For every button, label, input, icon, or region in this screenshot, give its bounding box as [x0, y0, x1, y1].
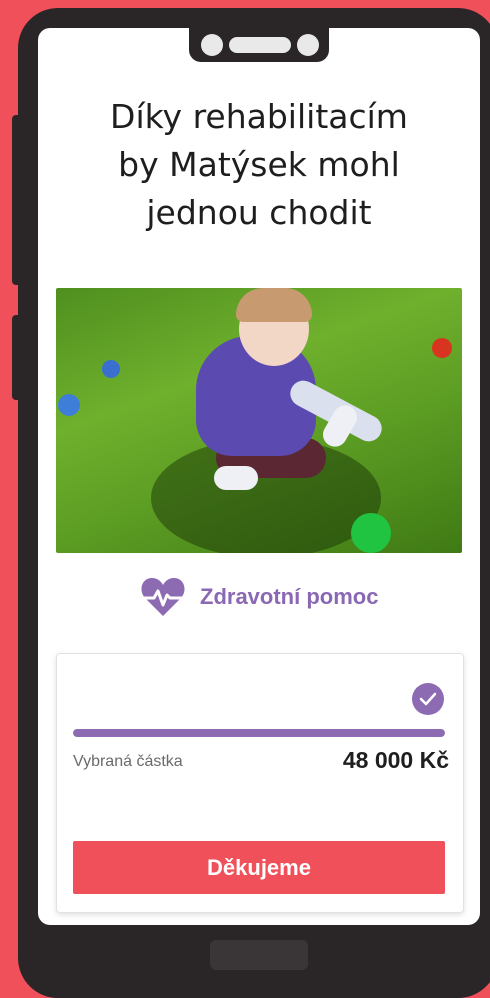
funding-progress-bar: [73, 729, 445, 737]
home-button[interactable]: [210, 940, 308, 970]
sensor-icon: [297, 34, 319, 56]
category-label: Zdravotní pomoc: [200, 584, 379, 609]
camera-icon: [201, 34, 223, 56]
phone-volume-button: [12, 115, 22, 285]
donation-summary-card: Vybraná částka 48 000 Kč Děkujeme: [56, 653, 464, 913]
page-title: Díky rehabilitacím by Matýsek mohl jedno…: [110, 97, 408, 232]
thank-you-button[interactable]: Děkujeme: [73, 841, 445, 894]
phone-power-button: [12, 315, 22, 400]
collected-amount-value: 48 000 Kč: [342, 747, 449, 773]
campaign-photo: [56, 288, 462, 553]
collected-amount-label: Vybraná částka: [73, 753, 183, 770]
category-tag: Zdravotní pomoc: [38, 576, 480, 618]
funding-progress-fill: [73, 729, 445, 737]
heartbeat-icon: [140, 576, 186, 618]
phone-notch: [189, 16, 329, 62]
check-circle-icon: [412, 683, 444, 715]
speaker-icon: [229, 37, 291, 53]
phone-screen: Díky rehabilitacím by Matýsek mohl jedno…: [38, 28, 480, 925]
